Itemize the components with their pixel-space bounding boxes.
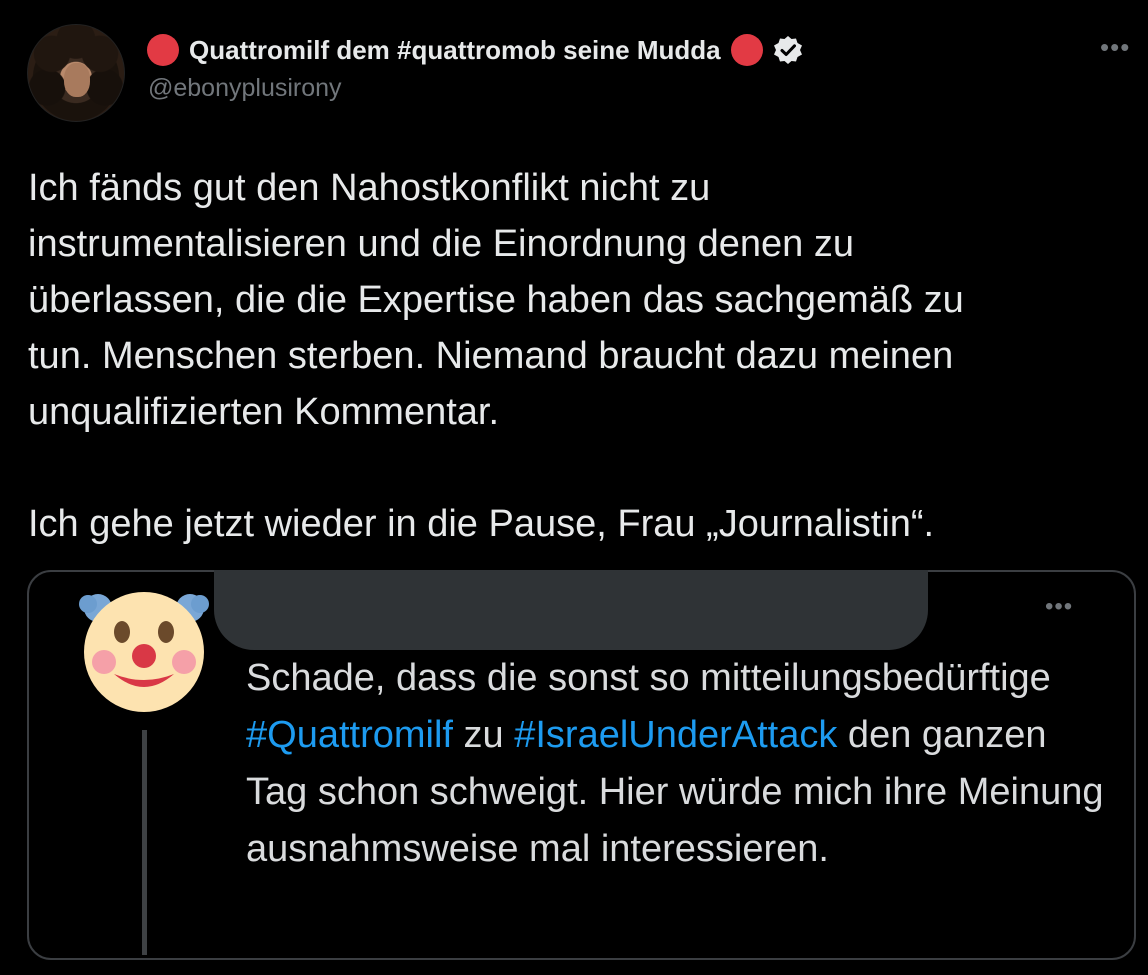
quoted-tweet-text: Schade, dass die sonst so mitteilungsbed… bbox=[246, 650, 1106, 878]
quote-text-part: zu bbox=[452, 714, 515, 756]
redacted-name-bar bbox=[214, 570, 928, 650]
avatar[interactable] bbox=[27, 24, 125, 122]
quote-text-part: Schade, dass die sonst so mitteilungsbed… bbox=[246, 657, 1051, 699]
verified-badge-icon bbox=[773, 36, 802, 64]
display-name[interactable]: Quattromilf dem #quattromob seine Mudda bbox=[189, 35, 721, 66]
hashtag-link[interactable]: #Quattromilf bbox=[246, 714, 453, 756]
red-circle-icon bbox=[147, 34, 179, 66]
author-name-row[interactable]: Quattromilf dem #quattromob seine Mudda bbox=[147, 32, 803, 68]
handle[interactable]: @ebonyplusirony bbox=[148, 74, 342, 103]
red-circle-icon bbox=[730, 34, 763, 66]
hashtag-link[interactable]: #IsraelUnderAttack bbox=[514, 714, 837, 756]
more-horizontal-icon[interactable]: ••• bbox=[1045, 593, 1073, 621]
more-horizontal-icon[interactable]: ••• bbox=[1100, 32, 1130, 63]
tweet-text: Ich fänds gut den Nahostkonflikt nicht z… bbox=[28, 167, 964, 545]
thread-line bbox=[142, 730, 147, 955]
avatar-face bbox=[64, 63, 90, 97]
clown-face-icon bbox=[79, 592, 209, 712]
